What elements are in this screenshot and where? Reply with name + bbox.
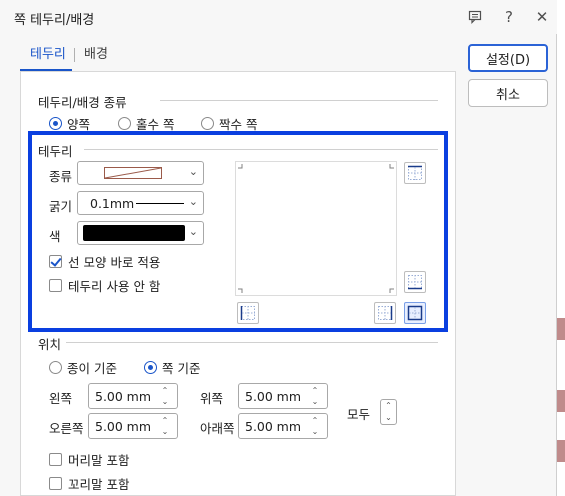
checkbox-indicator (49, 255, 62, 268)
all-borders-icon[interactable] (404, 302, 426, 324)
tab-divider (74, 48, 75, 62)
stepper-unit: mm (276, 389, 301, 404)
apply-group-title: 테두리/배경 종류 (38, 95, 127, 110)
top-margin-stepper[interactable]: 5.00 mm ⌃ ⌄ (238, 383, 328, 409)
chevron-down-icon[interactable]: ⌄ (306, 396, 324, 407)
stepper-unit: mm (126, 419, 151, 434)
radio-indicator (144, 361, 157, 374)
help-icon[interactable]: ? (498, 6, 520, 28)
chevron-down-icon[interactable]: ⌄ (306, 426, 324, 437)
group-divider (160, 100, 438, 101)
group-divider (66, 342, 438, 343)
include-header-checkbox[interactable]: 머리말 포함 (49, 450, 129, 469)
bottom-border-icon[interactable] (404, 271, 426, 293)
corner-mark (389, 164, 394, 169)
ok-button[interactable]: 설정(D) (468, 44, 548, 72)
stepper-value: 5.00 (245, 419, 273, 434)
checkbox-label: 머리말 포함 (68, 453, 130, 468)
left-border-icon[interactable] (237, 302, 259, 324)
tab-background[interactable]: 배경 (84, 44, 108, 72)
chevron-up-icon[interactable]: ⌃ (381, 400, 396, 412)
radio-indicator (49, 361, 62, 374)
checkbox-label: 테두리 사용 안 함 (68, 279, 161, 294)
chevron-down-icon[interactable]: ⌄ (156, 426, 174, 437)
all-margins-label: 모두 (347, 407, 371, 422)
chevron-up-icon[interactable]: ⌃ (156, 385, 174, 396)
page-border-dialog: 쪽 테두리/배경 ? ✕ 테두리 배경 설정(D) 취소 테두리/배경 종류 양… (0, 0, 557, 496)
comment-icon[interactable] (464, 6, 486, 28)
top-border-icon[interactable] (404, 162, 426, 184)
chevron-down-icon: ⌄ (188, 195, 198, 208)
stepper-unit: mm (126, 389, 151, 404)
checkbox-indicator (49, 279, 62, 292)
chevron-down-icon[interactable]: ⌄ (381, 412, 396, 424)
no-border-checkbox[interactable]: 테두리 사용 안 함 (49, 276, 160, 295)
checkbox-indicator (49, 477, 62, 490)
chevron-down-icon[interactable]: ⌄ (156, 396, 174, 407)
checkbox-label: 선 모양 바로 적용 (68, 255, 161, 270)
close-icon[interactable]: ✕ (531, 6, 553, 28)
chevron-up-icon[interactable]: ⌃ (306, 415, 324, 426)
radio-indicator (201, 117, 214, 130)
color-swatch (83, 225, 185, 241)
line-width-preview (136, 203, 184, 204)
checkbox-label: 꼬리말 포함 (68, 477, 130, 492)
cancel-button[interactable]: 취소 (468, 79, 548, 107)
left-margin-label: 왼쪽 (49, 391, 73, 406)
bottom-margin-stepper[interactable]: 5.00 mm ⌃ ⌄ (238, 413, 328, 439)
line-width-select[interactable]: 0.1mm ⌄ (77, 191, 204, 215)
radio-indicator (49, 117, 62, 130)
stepper-unit: mm (276, 419, 301, 434)
dialog-title: 쪽 테두리/배경 (14, 13, 95, 28)
chevron-up-icon[interactable]: ⌃ (306, 385, 324, 396)
tab-border[interactable]: 테두리 (30, 44, 66, 72)
chevron-down-icon: ⌄ (188, 225, 198, 238)
stepper-value: 5.00 (95, 419, 123, 434)
line-type-preview (104, 167, 162, 179)
stepper-value: 5.00 (95, 389, 123, 404)
line-color-label: 색 (49, 229, 61, 244)
border-group-title: 테두리 (38, 144, 73, 159)
chevron-down-icon: ⌄ (188, 165, 198, 178)
all-margins-stepper[interactable]: ⌃ ⌄ (380, 399, 397, 425)
position-group-title: 위치 (38, 337, 62, 352)
line-type-select[interactable]: ⌄ (77, 161, 204, 185)
right-margin-label: 오른쪽 (49, 421, 84, 436)
group-divider (84, 149, 438, 150)
left-margin-stepper[interactable]: 5.00 mm ⌃ ⌄ (88, 383, 178, 409)
chevron-up-icon[interactable]: ⌃ (156, 415, 174, 426)
bottom-margin-label: 아래쪽 (200, 421, 235, 436)
radio-indicator (118, 117, 131, 130)
apply-line-immediately-checkbox[interactable]: 선 모양 바로 적용 (49, 252, 160, 271)
line-width-value: 0.1mm (90, 196, 135, 211)
radio-label: 종이 기준 (67, 361, 117, 376)
radio-label: 쪽 기준 (162, 361, 201, 376)
radio-page-based[interactable]: 쪽 기준 (144, 358, 200, 377)
corner-mark (238, 164, 243, 169)
line-color-select[interactable]: ⌄ (77, 221, 204, 245)
title-bar: 쪽 테두리/배경 ? ✕ (0, 0, 557, 34)
top-margin-label: 위쪽 (200, 391, 224, 406)
border-preview-area[interactable] (235, 161, 397, 296)
radio-paper-based[interactable]: 종이 기준 (49, 358, 117, 377)
corner-mark (389, 288, 394, 293)
checkbox-indicator (49, 453, 62, 466)
line-width-label: 굵기 (49, 199, 73, 214)
right-margin-stepper[interactable]: 5.00 mm ⌃ ⌄ (88, 413, 178, 439)
stepper-value: 5.00 (245, 389, 273, 404)
right-border-icon[interactable] (374, 302, 396, 324)
corner-mark (238, 288, 243, 293)
line-type-label: 종류 (49, 169, 73, 184)
include-footer-checkbox[interactable]: 꼬리말 포함 (49, 474, 129, 493)
